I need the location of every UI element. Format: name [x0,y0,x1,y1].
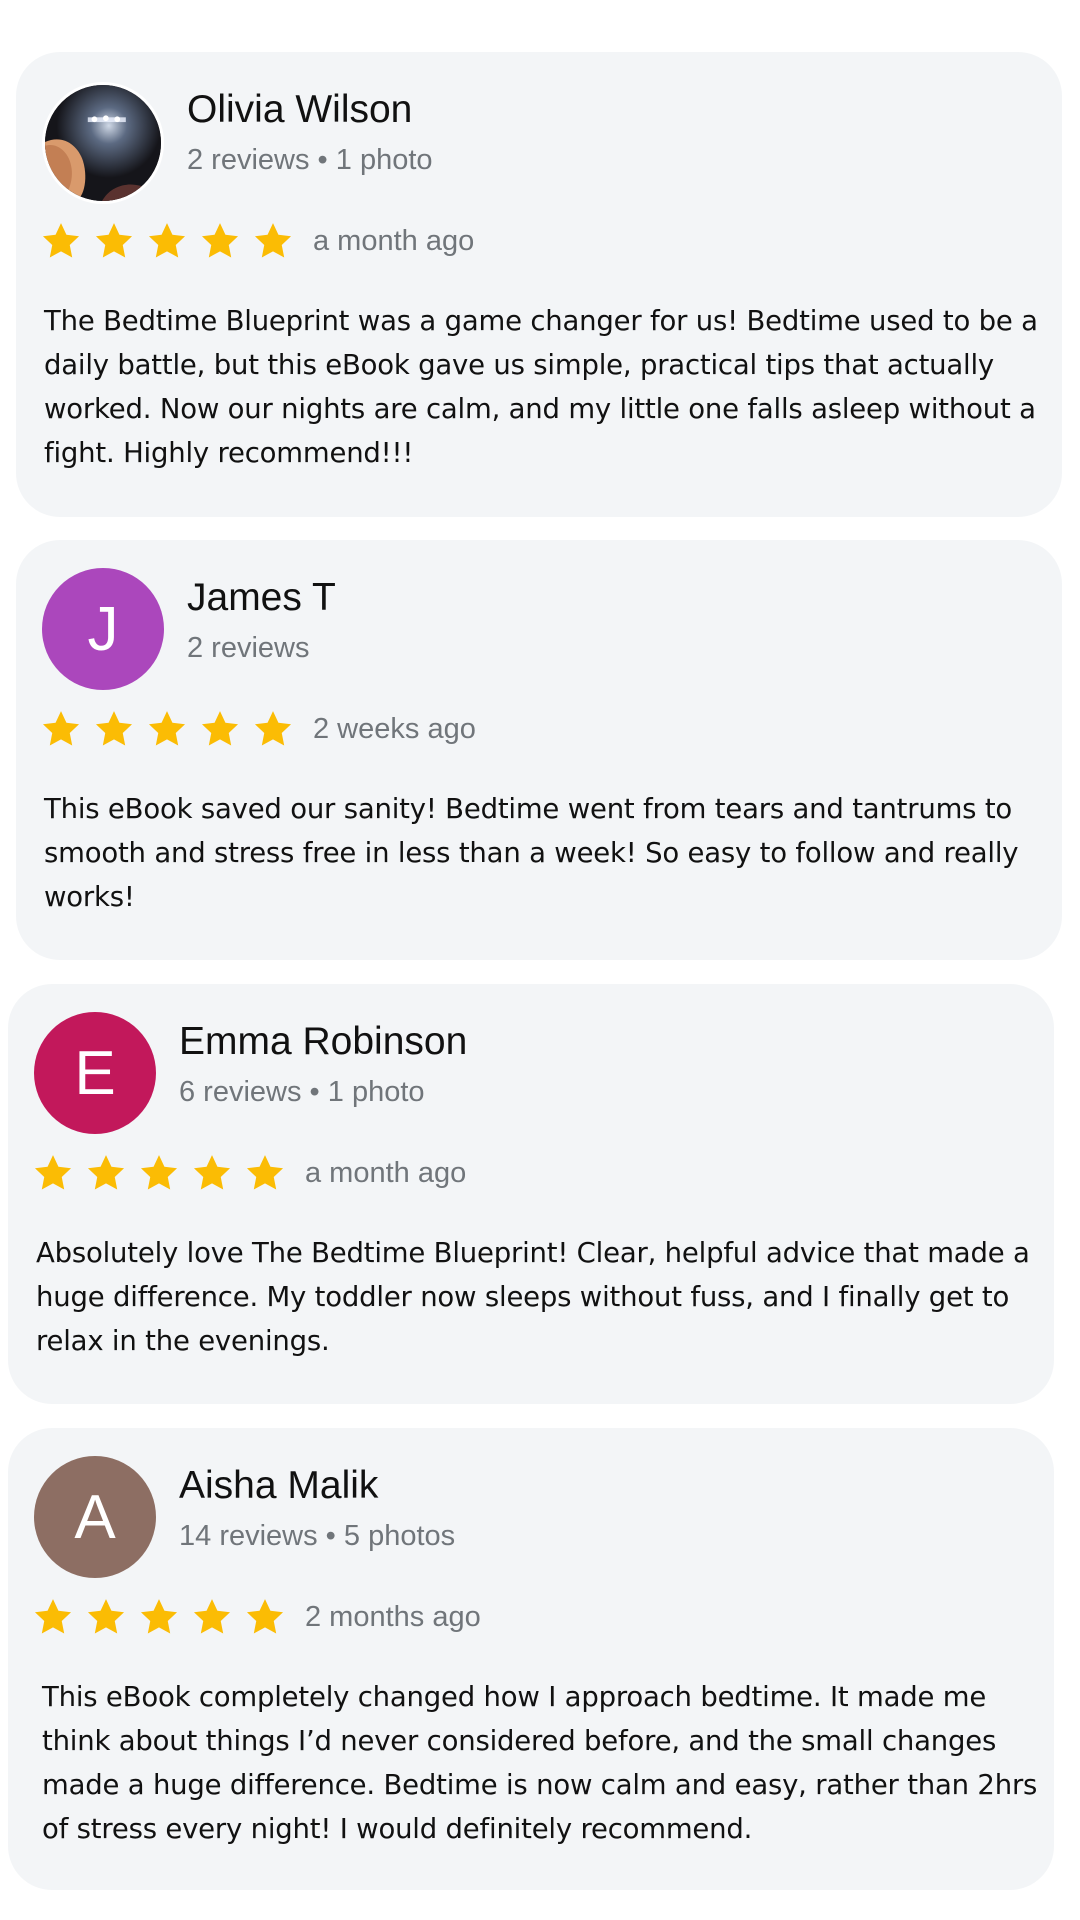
avatar-letter: E [74,1038,116,1108]
reviewer-meta: 2 reviews [187,632,310,664]
star-rating [40,708,305,750]
star-icon [95,223,133,258]
review-card: J James T 2 reviews 2 weeks ago This eBo… [16,540,1062,960]
rating-row: 2 months ago [32,1594,481,1640]
star-icon [87,1155,125,1190]
star-icon [34,1599,72,1634]
star-icon [87,1599,125,1634]
review-text: This eBook completely changed how I appr… [42,1681,1038,1845]
star-icon [246,1155,284,1190]
star-icon [42,711,80,746]
star-icon [193,1599,231,1634]
review-time: 2 months ago [305,1600,481,1633]
review-card: E Emma Robinson 6 reviews • 1 photo a mo… [8,984,1054,1404]
rating-row: a month ago [32,1150,466,1196]
star-icon [246,1599,284,1634]
avatar-letter: A [74,1482,116,1552]
star-icon [254,223,292,258]
rating-row: a month ago [40,218,474,264]
profile-photo-icon [45,85,161,201]
reviewer-name[interactable]: Emma Robinson [179,1020,467,1064]
star-icon [148,223,186,258]
star-icon [34,1155,72,1190]
star-icon [148,711,186,746]
review-time: 2 weeks ago [313,712,476,745]
star-icon [140,1155,178,1190]
reviewer-avatar[interactable]: E [34,1012,156,1134]
review-card: A Aisha Malik 14 reviews • 5 photos 2 mo… [8,1428,1054,1890]
star-icon [193,1155,231,1190]
reviews-page: Olivia Wilson 2 reviews • 1 photo a mont… [0,0,1080,1920]
review-text: The Bedtime Blueprint was a game changer… [44,305,1038,469]
star-rating [40,220,305,262]
reviewer-avatar[interactable]: J [42,568,164,690]
review-text: Absolutely love The Bedtime Blueprint! C… [36,1237,1030,1357]
star-icon [201,711,239,746]
reviewer-meta: 6 reviews • 1 photo [179,1076,425,1108]
star-rating [32,1596,297,1638]
reviewer-avatar[interactable] [42,82,164,204]
avatar-letter: J [87,594,119,664]
rating-row: 2 weeks ago [40,706,476,752]
star-icon [42,223,80,258]
reviewer-meta: 14 reviews • 5 photos [179,1520,456,1552]
reviewer-name[interactable]: Aisha Malik [179,1464,378,1508]
star-icon [95,711,133,746]
reviewer-avatar[interactable]: A [34,1456,156,1578]
review-card: Olivia Wilson 2 reviews • 1 photo a mont… [16,52,1062,517]
star-icon [140,1599,178,1634]
reviewer-meta: 2 reviews • 1 photo [187,144,433,176]
star-icon [201,223,239,258]
review-text: This eBook saved our sanity! Bedtime wen… [44,793,1019,913]
star-icon [254,711,292,746]
star-rating [32,1152,297,1194]
reviewer-name[interactable]: Olivia Wilson [187,88,412,132]
reviewer-name[interactable]: James T [187,576,336,620]
review-time: a month ago [305,1156,467,1189]
review-time: a month ago [313,224,475,257]
